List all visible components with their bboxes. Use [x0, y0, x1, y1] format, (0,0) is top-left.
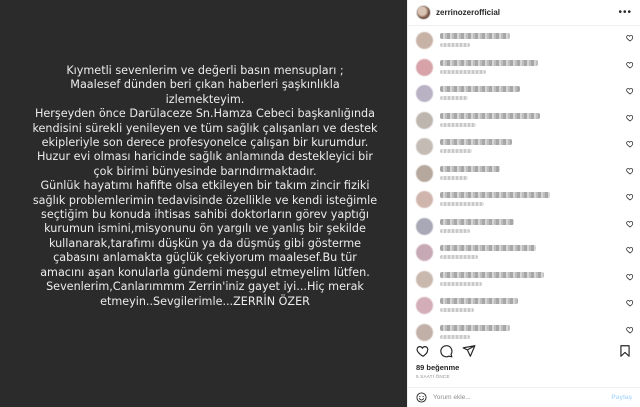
comment-meta-blurred [440, 175, 468, 180]
post-image[interactable]: Kıymetli sevenlerim ve değerli basın men… [0, 0, 407, 407]
commenter-avatar[interactable] [416, 191, 433, 208]
comment-like-heart-icon[interactable] [626, 140, 634, 148]
commenter-avatar[interactable] [416, 164, 433, 182]
comment-text-blurred [440, 112, 540, 119]
post-caption-image-text: Kıymetli sevenlerim ve değerli basın men… [10, 64, 400, 309]
post-text-line: sağlık problemlerimin tedavisinde özelli… [32, 193, 378, 207]
post-text-line: amacını aşan konularla gündemi meşgul et… [40, 265, 370, 279]
comment-text-blurred [440, 192, 550, 198]
comment-like-heart-icon[interactable] [626, 167, 634, 175]
comment-box: Paylaş [408, 387, 640, 407]
post-header: zerrinozerofficial ••• [408, 0, 640, 26]
comment-row[interactable] [416, 295, 634, 321]
more-horizontal-icon[interactable]: ••• [618, 7, 632, 18]
commenter-avatar[interactable] [416, 111, 433, 129]
comment-like-heart-icon[interactable] [626, 299, 634, 307]
post-text-line: çabasını anlamakta güçlük çekiyorum maal… [53, 251, 357, 265]
post-text-line: kurumun ismini,misyonunu ön yargılı ve y… [44, 222, 366, 236]
commenter-avatar[interactable] [416, 297, 433, 314]
commenter-avatar[interactable] [416, 244, 433, 261]
username[interactable]: zerrinozerofficial [436, 8, 500, 17]
comment-meta-blurred [440, 122, 476, 127]
commenter-avatar[interactable] [416, 323, 433, 341]
avatar[interactable] [416, 5, 431, 20]
comment-meta-blurred [440, 255, 478, 259]
comment-like-heart-icon[interactable] [626, 220, 634, 228]
comment-row[interactable] [416, 57, 634, 83]
comment-text-blurred [440, 165, 500, 172]
post-text-line: Huzur evi olması haricinde sağlık anlamı… [37, 150, 373, 164]
comments-list[interactable] [408, 30, 640, 360]
post-text-line: Günlük hayatımı hafifte olsa etkileyen b… [40, 179, 370, 193]
post-text-line: Herşeyden önce Darülaceze Sn.Hamza Cebec… [34, 107, 376, 121]
post-text-line: seçtiğim bu konuda ihtisas sahibi doktor… [40, 208, 369, 222]
post-text-line: Sevenlerim,Canlarımmm Zerrin'iniz gayet … [46, 280, 364, 294]
comment-text-blurred [440, 298, 518, 304]
post-text-line: izlemekteyim. [165, 92, 245, 106]
comment-like-heart-icon[interactable] [626, 246, 634, 254]
comment-text-blurred [440, 324, 510, 331]
comment-input[interactable] [433, 394, 612, 401]
post-text-line: ekipleriyle son derece profesyonelce çal… [41, 136, 369, 150]
comment-text-blurred [440, 271, 544, 278]
comment-like-heart-icon[interactable] [626, 273, 634, 281]
post-text-line: çok birimi bünyesinde barındırmaktadır. [93, 164, 317, 178]
comment-meta-blurred [440, 334, 470, 339]
comment-row[interactable] [416, 110, 634, 136]
post-text-line: Maalesef dünden beri çıkan haberleri şaş… [70, 78, 340, 92]
commenter-avatar[interactable] [416, 58, 433, 76]
comment-like-heart-icon[interactable] [626, 87, 634, 95]
smiley-icon[interactable] [416, 392, 427, 403]
comment-text-blurred [440, 245, 536, 251]
comment-meta-blurred [440, 228, 470, 233]
comment-meta-blurred [440, 43, 470, 47]
comment-like-heart-icon[interactable] [626, 114, 634, 122]
post-text-line: kendisini sürekli yenileyen ve tüm sağlı… [32, 121, 378, 135]
comment-meta-blurred [440, 202, 484, 206]
comment-row[interactable] [416, 83, 634, 109]
commenter-avatar[interactable] [416, 138, 433, 155]
comment-text-blurred [440, 86, 520, 92]
comment-text-blurred [440, 33, 510, 39]
comment-meta-blurred [440, 281, 482, 286]
comment-like-heart-icon[interactable] [626, 193, 634, 201]
comment-text-blurred [440, 59, 538, 66]
post-side-panel: zerrinozerofficial ••• 89 beğenme 5 SAAT… [407, 0, 640, 407]
comment-bubble-icon[interactable] [439, 344, 453, 358]
comment-text-blurred [440, 218, 514, 225]
post-timestamp: 5 SAATİ ÖNCE [416, 374, 450, 379]
likes-count[interactable]: 89 beğenme [416, 363, 459, 372]
comment-row[interactable] [416, 163, 634, 189]
post-text-line: etmeyin..Sevgilerimle...ZERRİN ÖZER [100, 294, 310, 308]
post-text-line: Kıymetli sevenlerim ve değerli basın men… [66, 64, 344, 77]
comment-row[interactable] [416, 269, 634, 295]
comment-meta-blurred [440, 149, 472, 153]
comment-row[interactable] [416, 216, 634, 242]
commenter-avatar[interactable] [416, 32, 433, 49]
comment-row[interactable] [416, 30, 634, 56]
comment-like-heart-icon[interactable] [626, 326, 634, 334]
commenter-avatar[interactable] [416, 217, 433, 235]
action-bar [416, 343, 632, 359]
heart-icon[interactable] [416, 344, 430, 358]
bookmark-icon[interactable] [618, 344, 632, 358]
comment-like-heart-icon[interactable] [626, 61, 634, 69]
post-text-line: kullanarak,tarafımı düşkün ya da düşmüş … [48, 236, 362, 250]
comment-meta-blurred [440, 308, 474, 312]
paper-plane-icon[interactable] [462, 344, 476, 358]
comment-text-blurred [440, 139, 512, 145]
post-comment-button[interactable]: Paylaş [611, 394, 632, 401]
comment-row[interactable] [416, 242, 634, 268]
comment-row[interactable] [416, 136, 634, 162]
comment-meta-blurred [440, 69, 486, 74]
commenter-avatar[interactable] [416, 270, 433, 288]
comment-like-heart-icon[interactable] [626, 34, 634, 42]
comment-row[interactable] [416, 189, 634, 215]
comment-meta-blurred [440, 96, 468, 100]
commenter-avatar[interactable] [416, 85, 433, 102]
